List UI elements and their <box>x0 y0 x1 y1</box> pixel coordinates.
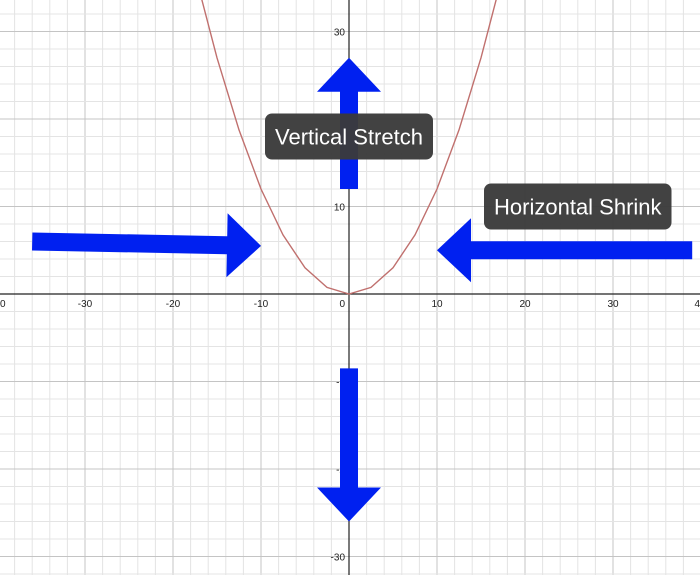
x-tick-label: -30 <box>78 299 93 310</box>
x-tick-label: 10 <box>431 299 443 310</box>
x-tick-label: 30 <box>607 299 619 310</box>
graph-canvas: 0-30-20-100102030430210-1-2-30 Vertical … <box>0 0 700 575</box>
callout-label: Horizontal Shrink <box>494 195 663 220</box>
x-tick-label: 20 <box>519 299 531 310</box>
callout-label: Vertical Stretch <box>275 125 423 150</box>
callout-box: Vertical Stretch <box>265 113 433 160</box>
x-tick-label: 0 <box>339 299 345 310</box>
y-tick-label: -30 <box>331 553 346 564</box>
coordinate-plane: 0-30-20-100102030430210-1-2-30 Vertical … <box>0 0 700 575</box>
x-tick-label: 4 <box>694 299 700 310</box>
arrow-right <box>32 213 261 278</box>
x-tick-label: -10 <box>254 299 269 310</box>
callout-box: Horizontal Shrink <box>484 183 672 230</box>
x-tick-label: 0 <box>0 299 6 310</box>
x-tick-label: -20 <box>166 299 181 310</box>
y-tick-label: 30 <box>334 28 346 39</box>
y-tick-label: 10 <box>334 203 346 214</box>
arrow-down <box>317 368 381 522</box>
